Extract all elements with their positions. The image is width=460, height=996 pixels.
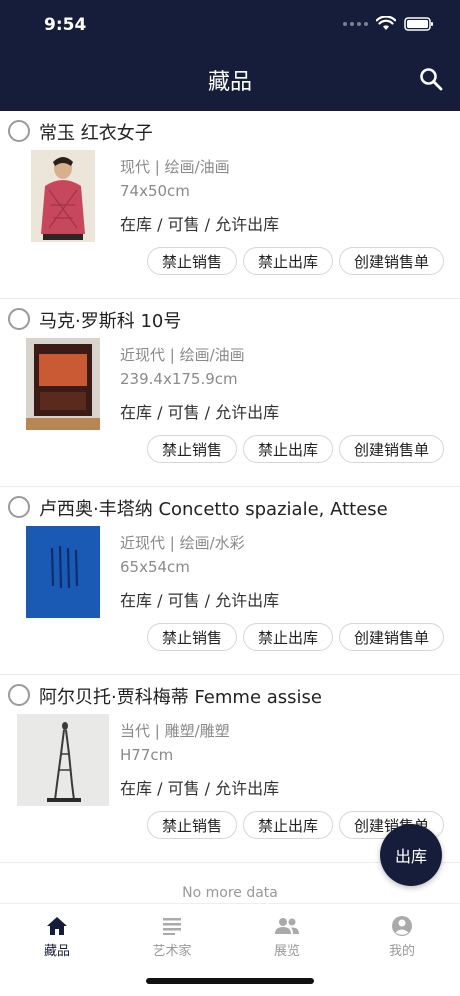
ban-sale-button[interactable]: 禁止销售	[146, 247, 237, 275]
item-category: 近现代 | 绘画/油画	[120, 346, 245, 364]
status-time: 9:54	[44, 15, 87, 35]
item-size: 65x54cm	[120, 558, 190, 576]
artwork-thumbnail[interactable]	[31, 150, 95, 242]
signal-icon	[343, 21, 368, 26]
item-status: 在库 / 可售 / 允许出库	[120, 779, 280, 798]
checkout-fab-button[interactable]: 出库	[380, 824, 442, 886]
create-sales-order-button[interactable]: 创建销售单	[338, 623, 444, 651]
collection-item: 马克·罗斯科 10号 近现代 | 绘画/油画 239.4x175.9cm 在库 …	[0, 299, 460, 487]
app-header: 9:54 藏品	[0, 0, 460, 111]
artwork-thumbnail[interactable]	[26, 526, 100, 618]
collection-item: 卢西奥·丰塔纳 Concetto spaziale, Attese 近现代 | …	[0, 487, 460, 675]
select-radio[interactable]	[8, 496, 30, 518]
tab-profile[interactable]: 我的	[362, 914, 442, 959]
tab-label: 我的	[388, 944, 415, 959]
list-icon	[163, 918, 181, 935]
home-icon	[47, 917, 67, 935]
item-title: 常玉 红衣女子	[39, 123, 153, 144]
artwork-thumbnail[interactable]	[26, 338, 100, 430]
people-icon	[275, 918, 299, 934]
item-title: 卢西奥·丰塔纳 Concetto spaziale, Attese	[39, 499, 388, 520]
item-title: 阿尔贝托·贾科梅蒂 Femme assise	[39, 687, 322, 708]
select-radio[interactable]	[8, 120, 30, 142]
item-category: 近现代 | 绘画/水彩	[120, 534, 245, 552]
ban-checkout-button[interactable]: 禁止出库	[242, 811, 333, 839]
ban-checkout-button[interactable]: 禁止出库	[242, 623, 333, 651]
tab-label: 展览	[273, 944, 300, 959]
create-sales-order-button[interactable]: 创建销售单	[338, 247, 444, 275]
status-icons	[343, 16, 434, 31]
collection-item: 常玉 红衣女子 现代 | 绘画/油画 74x50cm 在库 / 可售 / 允许出…	[0, 111, 460, 299]
item-status: 在库 / 可售 / 允许出库	[120, 215, 280, 234]
ban-checkout-button[interactable]: 禁止出库	[242, 435, 333, 463]
collection-list: 常玉 红衣女子 现代 | 绘画/油画 74x50cm 在库 / 可售 / 允许出…	[0, 111, 460, 863]
item-size: H77cm	[120, 746, 174, 764]
item-status: 在库 / 可售 / 允许出库	[120, 591, 280, 610]
wifi-icon	[376, 16, 396, 30]
artwork-thumbnail[interactable]	[17, 714, 109, 806]
item-size: 239.4x175.9cm	[120, 370, 238, 388]
tab-label: 藏品	[43, 944, 70, 959]
profile-icon	[392, 916, 412, 936]
select-radio[interactable]	[8, 308, 30, 330]
tab-collection[interactable]: 藏品	[17, 914, 97, 959]
home-indicator	[146, 978, 314, 984]
ban-sale-button[interactable]: 禁止销售	[146, 435, 237, 463]
tab-artists[interactable]: 艺术家	[132, 914, 212, 959]
select-radio[interactable]	[8, 684, 30, 706]
item-category: 当代 | 雕塑/雕塑	[120, 722, 230, 740]
item-category: 现代 | 绘画/油画	[120, 158, 230, 176]
ban-checkout-button[interactable]: 禁止出库	[242, 247, 333, 275]
tab-label: 艺术家	[152, 944, 192, 959]
no-more-text: No more data	[182, 885, 278, 901]
search-icon[interactable]	[418, 66, 444, 92]
create-sales-order-button[interactable]: 创建销售单	[338, 435, 444, 463]
ban-sale-button[interactable]: 禁止销售	[146, 811, 237, 839]
ban-sale-button[interactable]: 禁止销售	[146, 623, 237, 651]
tab-exhibitions[interactable]: 展览	[247, 914, 327, 959]
item-status: 在库 / 可售 / 允许出库	[120, 403, 280, 422]
item-size: 74x50cm	[120, 182, 190, 200]
page-title: 藏品	[207, 70, 252, 95]
item-title: 马克·罗斯科 10号	[39, 311, 182, 332]
battery-icon	[404, 16, 433, 31]
